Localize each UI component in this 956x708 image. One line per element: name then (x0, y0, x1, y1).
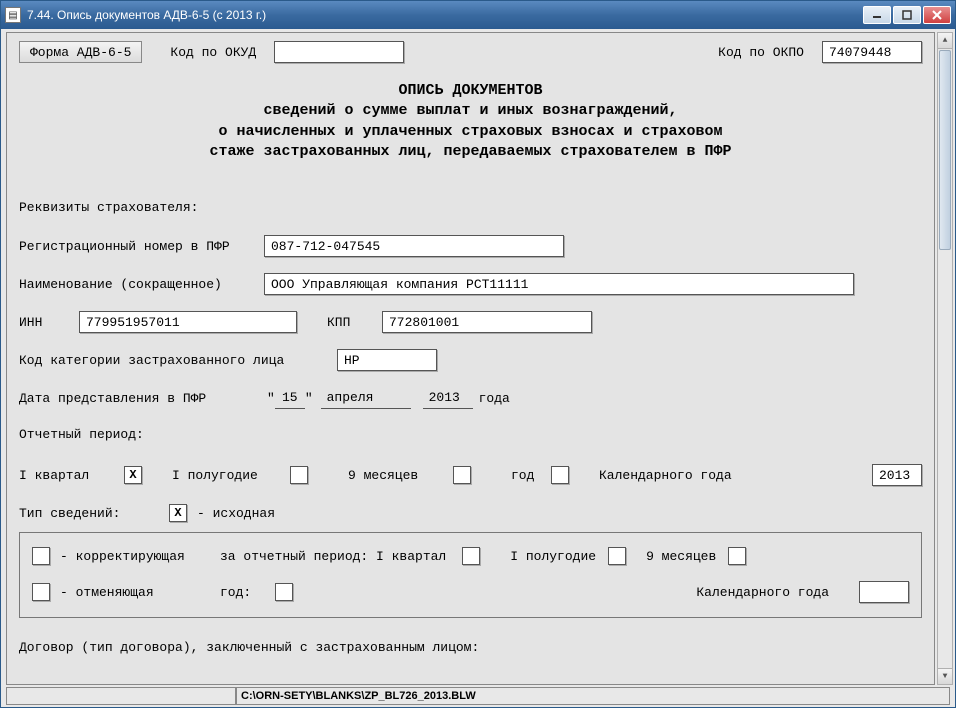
corr-cal-year-label: Календарного года (696, 585, 829, 600)
okud-label: Код по ОКУД (170, 45, 256, 60)
heading-line-3: о начисленных и уплаченных страховых взн… (19, 122, 922, 142)
document-form: Форма АДВ-6-5 Код по ОКУД Код по ОКПО 74… (6, 32, 935, 685)
titlebar[interactable]: ▤ 7.44. Опись документов АДВ-6-5 (с 2013… (1, 1, 955, 29)
day-input[interactable]: 15 (275, 387, 305, 409)
year-input[interactable]: 2013 (423, 387, 473, 409)
for-period-label: за отчетный период: I квартал (220, 549, 446, 564)
kpp-label: КПП (327, 315, 382, 330)
rekvizity-label: Реквизиты страхователя: (19, 200, 198, 215)
year-label: год (511, 468, 551, 483)
h1-label: I полугодие (172, 468, 290, 483)
okud-input[interactable] (274, 41, 404, 63)
form-code-button[interactable]: Форма АДВ-6-5 (19, 41, 142, 63)
status-path: C:\ORN-SETY\BLANKS\ZP_BL726_2013.BLW (236, 687, 950, 705)
corr-h1-checkbox[interactable] (608, 547, 626, 565)
month-input[interactable]: апреля (321, 387, 411, 409)
corr-h1-label: I полугодие (510, 549, 596, 564)
q1-checkbox[interactable]: X (124, 466, 142, 484)
corr-m9-label: 9 месяцев (646, 549, 716, 564)
year-word: года (479, 391, 510, 406)
scroll-thumb[interactable] (939, 50, 951, 250)
contract-label: Договор (тип договора), заключенный с за… (19, 640, 479, 655)
vertical-scrollbar[interactable]: ▲ ▼ (937, 32, 953, 685)
inn-input[interactable]: 779951957011 (79, 311, 297, 333)
app-window: ▤ 7.44. Опись документов АДВ-6-5 (с 2013… (0, 0, 956, 708)
m9-checkbox[interactable] (453, 466, 471, 484)
correcting-label: - корректирующая (60, 549, 220, 564)
reg-no-label: Регистрационный номер в ПФР (19, 239, 264, 254)
heading-line-4: стаже застрахованных лиц, передаваемых с… (19, 142, 922, 162)
content-area: Форма АДВ-6-5 Код по ОКУД Код по ОКПО 74… (1, 29, 955, 707)
correcting-checkbox[interactable] (32, 547, 50, 565)
period-year-input[interactable]: 2013 (872, 464, 922, 486)
okpo-label: Код по ОКПО (718, 45, 804, 60)
h1-checkbox[interactable] (290, 466, 308, 484)
report-period-label: Отчетный период: (19, 427, 144, 442)
name-short-label: Наименование (сокращенное) (19, 277, 264, 292)
status-cell-1 (6, 687, 236, 705)
scroll-down-icon[interactable]: ▼ (938, 668, 952, 684)
corr-m9-checkbox[interactable] (728, 547, 746, 565)
category-input[interactable]: НР (337, 349, 437, 371)
document-heading: ОПИСЬ ДОКУМЕНТОВ сведений о сумме выплат… (19, 81, 922, 162)
corr-cal-year-input[interactable] (859, 581, 909, 603)
initial-label: - исходная (197, 506, 275, 521)
period-row: I квартал X I полугодие 9 месяцев год Ка… (19, 464, 922, 486)
top-row: Форма АДВ-6-5 Код по ОКУД Код по ОКПО 74… (19, 41, 922, 63)
cancelling-label: - отменяющая (60, 585, 220, 600)
year-colon-label: год: (220, 585, 275, 600)
year-checkbox[interactable] (551, 466, 569, 484)
close-button[interactable] (923, 6, 951, 24)
reg-no-input[interactable]: 087-712-047545 (264, 235, 564, 257)
submit-date-row: Дата представления в ПФР " 15 " апреля 2… (19, 387, 922, 409)
category-label: Код категории застрахованного лица (19, 353, 337, 368)
corr-year-checkbox[interactable] (275, 583, 293, 601)
cancelling-checkbox[interactable] (32, 583, 50, 601)
m9-label: 9 месяцев (348, 468, 453, 483)
app-icon: ▤ (5, 7, 21, 23)
submit-date-label: Дата представления в ПФР (19, 391, 267, 406)
q1-label: I квартал (19, 468, 124, 483)
okpo-input[interactable]: 74079448 (822, 41, 922, 63)
minimize-button[interactable] (863, 6, 891, 24)
kpp-input[interactable]: 772801001 (382, 311, 592, 333)
maximize-button[interactable] (893, 6, 921, 24)
window-buttons (863, 6, 951, 24)
window-title: 7.44. Опись документов АДВ-6-5 (с 2013 г… (27, 8, 863, 22)
heading-line-1: ОПИСЬ ДОКУМЕНТОВ (19, 81, 922, 101)
heading-line-2: сведений о сумме выплат и иных вознаграж… (19, 101, 922, 121)
inn-label: ИНН (19, 315, 79, 330)
corr-q1-checkbox[interactable] (462, 547, 480, 565)
status-bar: C:\ORN-SETY\BLANKS\ZP_BL726_2013.BLW (6, 687, 950, 705)
correction-section: - корректирующая за отчетный период: I к… (19, 532, 922, 618)
name-short-input[interactable]: ООО Управляющая компания РСТ11111 (264, 273, 854, 295)
info-type-label: Тип сведений: (19, 506, 169, 521)
cal-year-label: Календарного года (599, 468, 732, 483)
initial-checkbox[interactable]: X (169, 504, 187, 522)
scroll-up-icon[interactable]: ▲ (938, 33, 952, 49)
